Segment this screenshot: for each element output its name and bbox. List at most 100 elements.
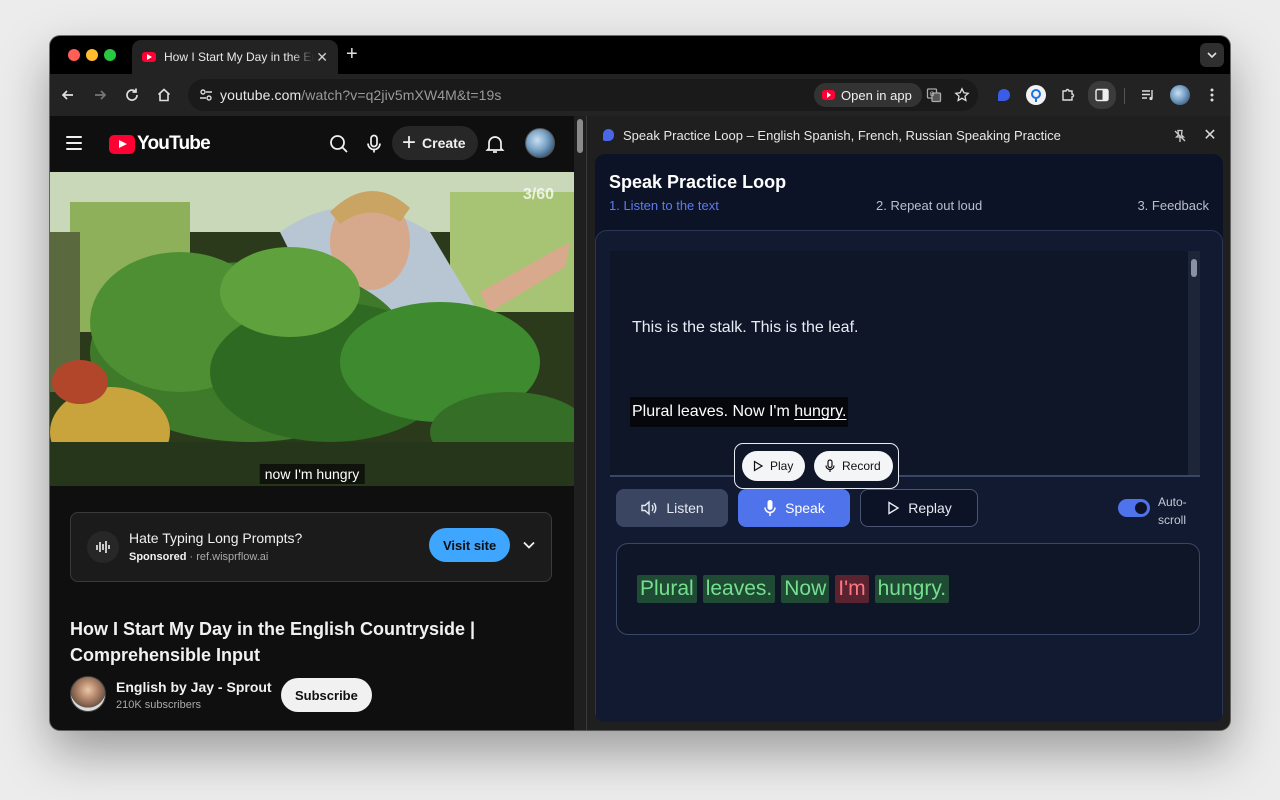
channel-name[interactable]: English by Jay - Sprout xyxy=(116,679,272,695)
youtube-favicon-icon xyxy=(142,52,156,62)
sponsored-ad[interactable]: Hate Typing Long Prompts? Sponsored · re… xyxy=(70,512,552,582)
autoscroll-label: Auto-scroll xyxy=(1158,495,1187,527)
transcript-scrollbar[interactable] xyxy=(1188,251,1200,475)
close-window-button[interactable] xyxy=(68,49,80,61)
scrollbar-thumb[interactable] xyxy=(577,119,583,153)
video-title: How I Start My Day in the English Countr… xyxy=(70,619,476,665)
new-tab-button[interactable]: + xyxy=(346,44,358,64)
star-icon xyxy=(954,87,970,102)
password-manager-button[interactable] xyxy=(1024,83,1048,107)
page-scrollbar[interactable] xyxy=(574,116,586,730)
close-tab-icon[interactable]: ✕ xyxy=(316,49,328,66)
microphone-icon xyxy=(367,134,381,153)
unpin-button[interactable] xyxy=(1171,127,1189,145)
svg-text:G: G xyxy=(930,91,935,98)
back-button[interactable] xyxy=(56,83,80,107)
play-icon xyxy=(888,501,900,515)
subscribe-button[interactable]: Subscribe xyxy=(281,678,372,712)
open-in-app-button[interactable]: Open in app xyxy=(814,83,922,107)
search-icon xyxy=(330,135,348,153)
maximize-window-button[interactable] xyxy=(104,49,116,61)
hamburger-menu-icon[interactable] xyxy=(66,136,82,150)
create-button[interactable]: + Create xyxy=(392,126,478,160)
kebab-menu-icon xyxy=(1210,88,1214,102)
feedback-word-correct: hungry. xyxy=(874,575,950,603)
feedback-word-correct: Plural xyxy=(637,575,697,603)
site-settings-icon[interactable] xyxy=(194,83,218,107)
youtube-page: YouTube + Create 3/60 now I'm hungry Hat… xyxy=(50,116,586,730)
home-button[interactable] xyxy=(152,83,176,107)
playlist-icon xyxy=(1142,90,1153,101)
video-caption: now I'm hungry xyxy=(259,464,365,484)
account-avatar[interactable] xyxy=(525,128,555,158)
extensions-button[interactable] xyxy=(1056,83,1080,107)
reload-button[interactable] xyxy=(120,83,144,107)
translate-icon: G xyxy=(926,88,942,103)
ad-expand-button[interactable] xyxy=(519,535,539,555)
url-text: youtube.com/watch?v=q2jiv5mXW4M&t=19s xyxy=(220,87,502,103)
side-panel: Speak Practice Loop – English Spanish, F… xyxy=(587,116,1230,730)
video-player[interactable]: 3/60 now I'm hungry xyxy=(50,172,574,486)
play-icon xyxy=(753,460,764,472)
transcript-line[interactable]: This is the stalk. This is the leaf. xyxy=(632,319,858,337)
voice-search-button[interactable] xyxy=(361,131,387,157)
side-panel-icon xyxy=(1095,88,1109,102)
app-title: Speak Practice Loop xyxy=(609,172,787,192)
step-feedback[interactable]: 3. Feedback xyxy=(1137,198,1209,213)
speak-practice-extension-icon xyxy=(603,129,614,141)
scrollbar-thumb[interactable] xyxy=(1191,259,1197,277)
feedback-word-incorrect: I'm xyxy=(835,575,869,603)
youtube-logo[interactable]: YouTube xyxy=(109,133,211,155)
search-button[interactable] xyxy=(326,131,352,157)
arrow-left-icon xyxy=(61,90,73,100)
side-panel-button[interactable] xyxy=(1088,81,1116,109)
translate-button[interactable]: G xyxy=(922,83,946,107)
close-side-panel-icon[interactable]: ✕ xyxy=(1199,124,1221,146)
profile-button[interactable] xyxy=(1168,83,1192,107)
key-badge-icon xyxy=(1026,85,1046,105)
bell-icon xyxy=(485,136,505,153)
line-action-popup: Play Record xyxy=(734,443,899,489)
speaker-icon xyxy=(641,500,657,516)
youtube-header: YouTube + Create xyxy=(50,116,574,172)
microphone-icon xyxy=(825,459,835,472)
page-content: YouTube + Create 3/60 now I'm hungry Hat… xyxy=(50,116,1230,730)
pin-off-icon xyxy=(1174,129,1186,142)
bookmark-button[interactable] xyxy=(950,83,974,107)
video-counter: 3/60 xyxy=(522,186,554,203)
step-listen[interactable]: 1. Listen to the text xyxy=(609,198,719,213)
plus-icon: + xyxy=(402,129,417,156)
side-panel-header: Speak Practice Loop – English Spanish, F… xyxy=(587,116,1230,154)
speak-practice-extension-icon xyxy=(998,89,1010,101)
replay-button[interactable]: Replay xyxy=(860,489,978,527)
transcript-line-active[interactable]: Plural leaves. Now I'm hungry. xyxy=(630,397,849,427)
browser-toolbar: youtube.com/watch?v=q2jiv5mXW4M&t=19s Op… xyxy=(50,74,1230,116)
arrow-right-icon xyxy=(95,90,107,100)
speak-practice-app: Speak Practice Loop 1. Listen to the tex… xyxy=(595,154,1223,722)
visit-site-button[interactable]: Visit site xyxy=(429,528,511,562)
ad-title: Hate Typing Long Prompts? xyxy=(129,530,303,546)
address-bar[interactable]: youtube.com/watch?v=q2jiv5mXW4M&t=19s Op… xyxy=(188,79,978,111)
forward-button[interactable] xyxy=(88,83,112,107)
play-line-button[interactable]: Play xyxy=(742,451,806,481)
listen-button[interactable]: Listen xyxy=(616,489,728,527)
tab-youtube[interactable]: How I Start My Day in the English Countr… xyxy=(132,40,338,74)
record-line-button[interactable]: Record xyxy=(814,451,893,481)
toolbar-separator xyxy=(1124,88,1125,104)
speak-button[interactable]: Speak xyxy=(738,489,850,527)
step-repeat[interactable]: 2. Repeat out loud xyxy=(876,198,982,213)
tab-search-button[interactable] xyxy=(1200,43,1224,67)
minimize-window-button[interactable] xyxy=(86,49,98,61)
speak-practice-extension-button[interactable] xyxy=(992,83,1016,107)
transcript-area[interactable]: This is the stalk. This is the leaf. Plu… xyxy=(610,251,1200,477)
chevron-down-icon xyxy=(523,541,535,549)
subscriber-count: 210K subscribers xyxy=(116,699,201,711)
browser-menu-button[interactable] xyxy=(1200,83,1224,107)
feedback-word-correct: leaves. xyxy=(702,575,776,603)
autoscroll-toggle[interactable] xyxy=(1118,499,1150,517)
notifications-button[interactable] xyxy=(482,131,508,157)
media-controls-button[interactable] xyxy=(1136,83,1160,107)
channel-avatar[interactable] xyxy=(70,676,106,712)
profile-avatar xyxy=(1170,85,1190,105)
chevron-down-icon xyxy=(1207,52,1217,59)
